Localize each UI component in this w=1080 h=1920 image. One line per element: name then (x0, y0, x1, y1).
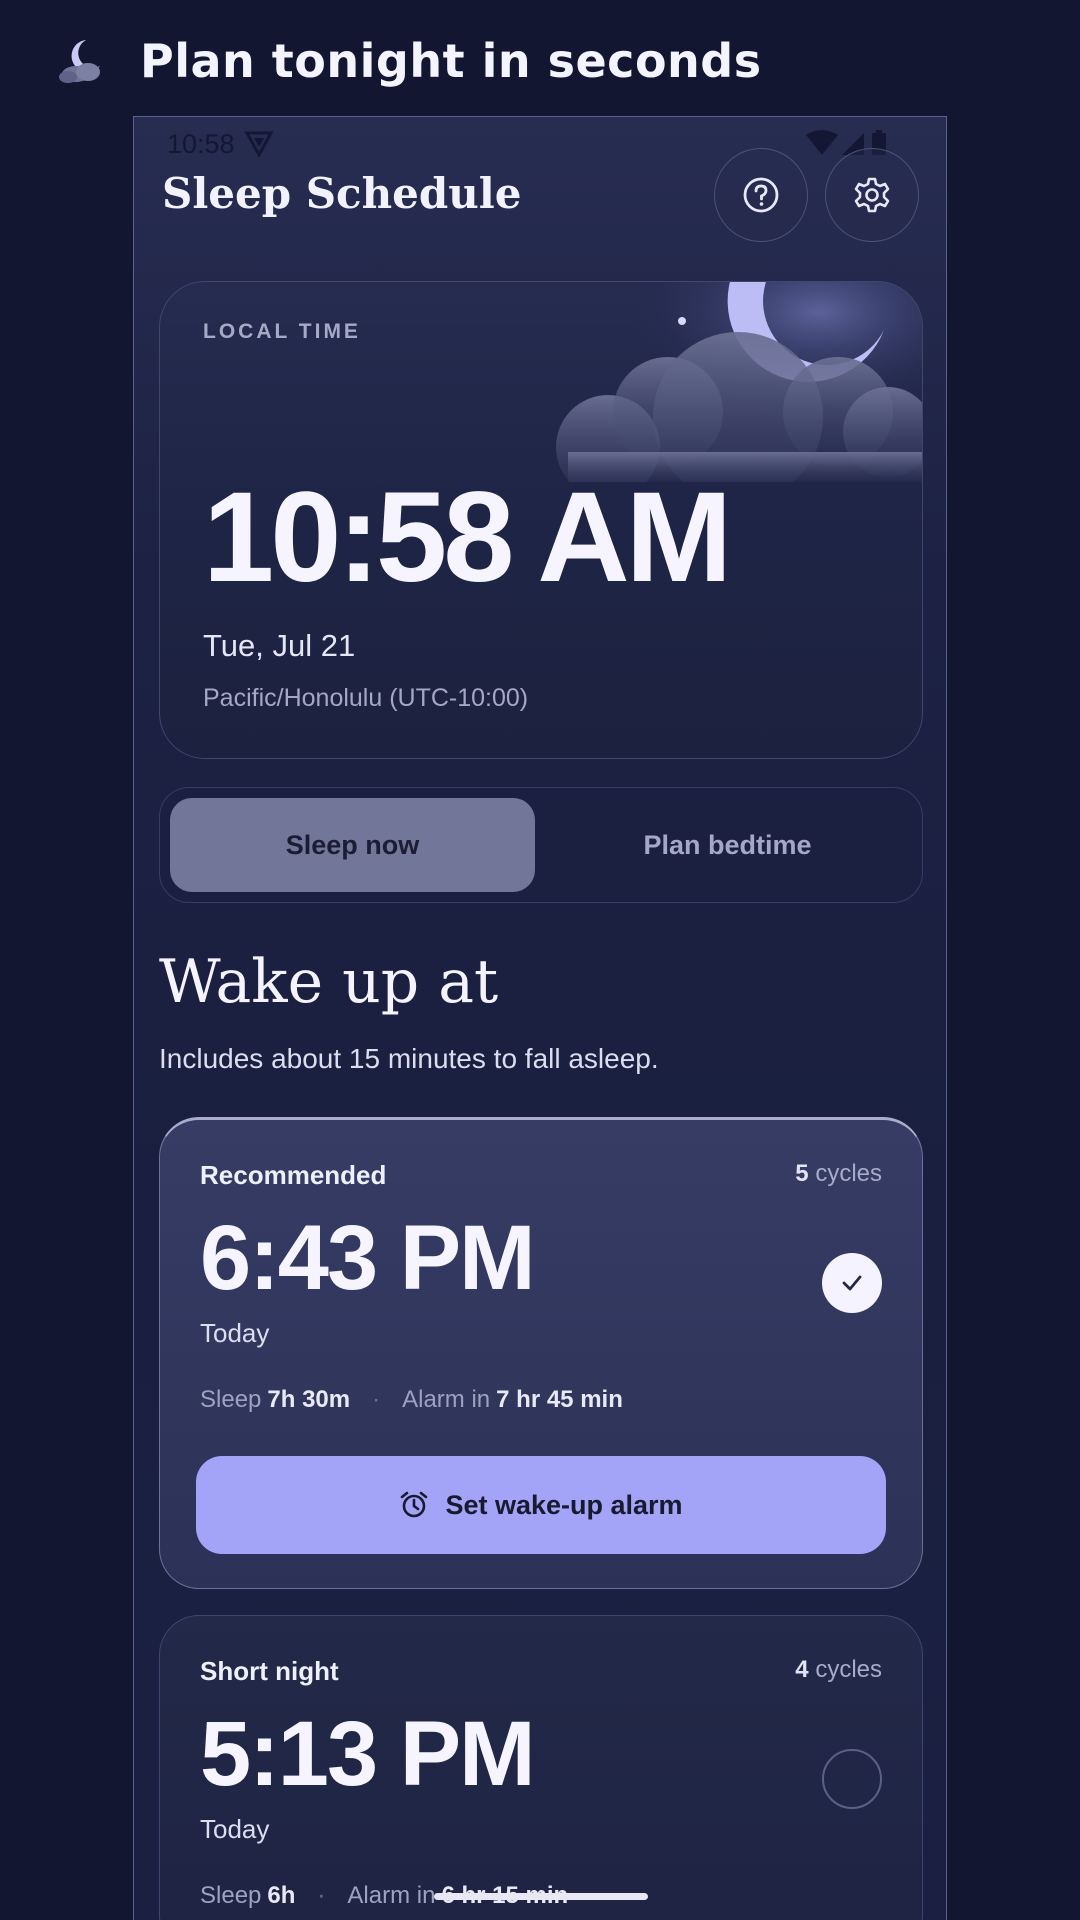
gear-icon (854, 177, 890, 213)
plan-bedtime-tab[interactable]: Plan bedtime (545, 798, 910, 892)
wake-time: 6:43 PM (200, 1207, 536, 1309)
moon-clouds-illustration (548, 282, 922, 482)
banner-title: Plan tonight in seconds (140, 34, 762, 88)
alarm-countdown: 7 hr 45 min (496, 1386, 623, 1413)
wake-day: Today (200, 1318, 270, 1348)
moon-cloud-icon (59, 40, 100, 83)
local-time-label: LOCAL TIME (203, 320, 361, 343)
selected-check[interactable] (822, 1253, 882, 1313)
sleep-duration: 7h 30m (267, 1386, 351, 1413)
check-icon (842, 1275, 862, 1291)
help-icon (743, 177, 779, 213)
phone-screen: 10:58 Sleep Schedule LOCAL TIME 10:58 AM… (133, 116, 947, 1920)
help-button[interactable] (714, 148, 808, 242)
page-title: Sleep Schedule (162, 169, 522, 218)
option-label: Short night (200, 1656, 339, 1686)
app-banner: Plan tonight in seconds (0, 0, 1080, 116)
timezone-label: Pacific/Honolulu (UTC-10:00) (203, 684, 529, 712)
wake-option-card[interactable]: Recommended 5 cycles 6:43 PM Today Sleep… (159, 1117, 923, 1589)
option-label: Recommended (200, 1160, 387, 1190)
mode-toggle: Sleep now Plan bedtime (159, 787, 923, 903)
settings-button[interactable] (825, 148, 919, 242)
set-alarm-label: Set wake-up alarm (445, 1489, 683, 1520)
section-subtitle: Includes about 15 minutes to fall asleep… (159, 1043, 659, 1074)
sleep-now-tab[interactable]: Sleep now (170, 798, 535, 892)
status-time: 10:58 (167, 129, 235, 159)
section-title: Wake up at (159, 947, 499, 1017)
cycles-count: 4 cycles (795, 1656, 882, 1683)
status-bar: 10:58 (134, 117, 946, 167)
alarm-clock-icon (401, 1491, 428, 1518)
current-date: Tue, Jul 21 (203, 628, 356, 663)
home-indicator[interactable] (434, 1893, 648, 1900)
local-time-card: LOCAL TIME 10:58 AM Tue, Jul 21 Pacific/… (159, 281, 923, 759)
current-time: 10:58 AM (203, 466, 732, 609)
wifi-icon (806, 130, 838, 155)
wake-time: 5:13 PM (200, 1703, 536, 1805)
option-meta: Sleep 7h 30m · Alarm in 7 hr 45 min (200, 1386, 623, 1413)
unselected-radio[interactable] (822, 1749, 882, 1809)
wake-day: Today (200, 1814, 270, 1844)
vpn-icon (244, 131, 274, 157)
cycles-count: 5 cycles (795, 1160, 882, 1187)
set-alarm-button[interactable]: Set wake-up alarm (196, 1456, 886, 1554)
wake-option-card[interactable]: Short night 4 cycles 5:13 PM Today Sleep… (159, 1615, 923, 1920)
sleep-duration: 6h (267, 1882, 296, 1909)
